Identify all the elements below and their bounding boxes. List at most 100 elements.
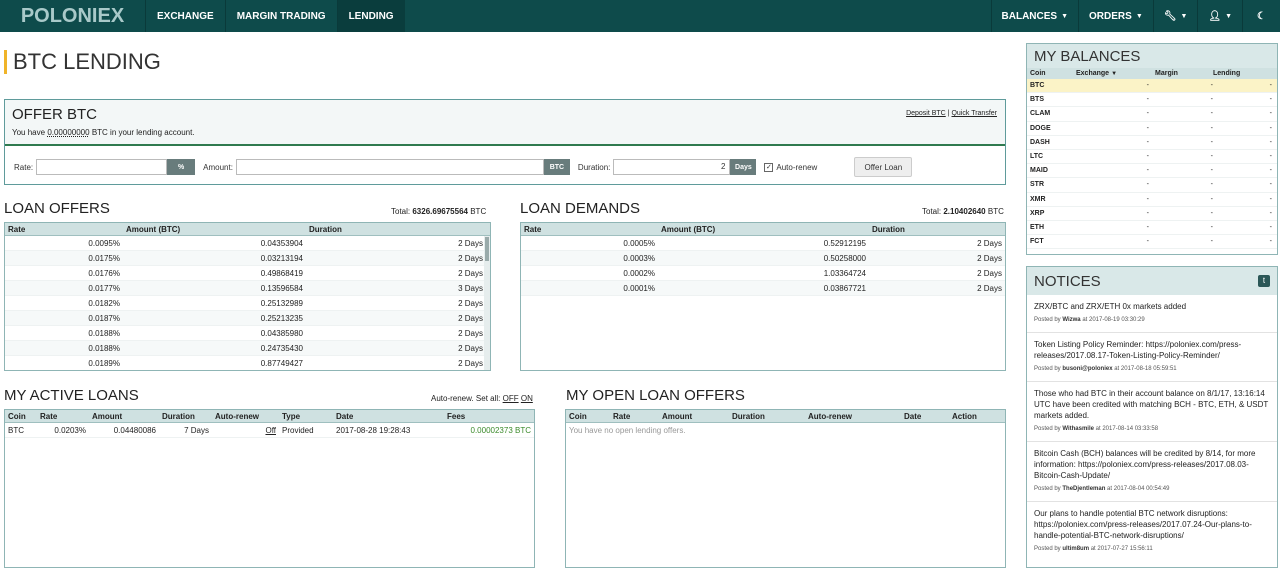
balance-row[interactable]: DASH - - - [1027, 136, 1277, 150]
column-header[interactable]: Coin [5, 412, 37, 421]
column-header[interactable]: Amount [659, 412, 729, 421]
column-header[interactable]: Coin [1027, 70, 1073, 77]
column-header[interactable]: Amount (BTC) [658, 225, 869, 234]
column-header[interactable]: Action [949, 412, 999, 421]
deposit-link[interactable]: Deposit BTC [906, 110, 946, 117]
balance-row[interactable]: BTS - - - [1027, 93, 1277, 108]
nav-tools[interactable]: 🔧︎ ▼ [1152, 0, 1198, 32]
table-row[interactable]: 0.0001% 0.03867721 2 Days [521, 281, 1005, 296]
nav-margin-trading[interactable]: MARGIN TRADING [224, 0, 337, 32]
autorenew-off-link[interactable]: OFF [503, 394, 519, 403]
notice-date: 2017-08-04 00:54:49 [1113, 486, 1170, 492]
amount-cell: 0.24735430 [260, 343, 303, 353]
nav-orders[interactable]: ORDERS ▼ [1078, 0, 1153, 32]
offer-loan-button[interactable]: Offer Loan [854, 157, 913, 177]
notice-meta: Posted by busoni@poloniex at 2017-08-18 … [1034, 364, 1270, 381]
duration-input[interactable]: 2 [613, 159, 731, 175]
table-row[interactable]: 0.0176% 0.49868419 2 Days [5, 266, 490, 281]
balance-row[interactable]: XMR - - - [1027, 193, 1277, 207]
lending-cell: - [1269, 167, 1272, 175]
duration-cell: 2 Days [977, 268, 1002, 278]
column-header-exchange[interactable]: Exchange ▼ [1073, 70, 1153, 77]
rate-cell: 0.0095% [88, 238, 120, 248]
autorenew-toggle[interactable]: Off [212, 426, 279, 435]
table-row[interactable]: 0.0187% 0.25213235 2 Days [5, 311, 490, 326]
nav-night-mode[interactable]: ☾ [1242, 0, 1280, 32]
lending-balance-value[interactable]: 0.00000000 [47, 128, 89, 137]
twitter-icon[interactable]: t [1258, 275, 1270, 287]
poloniex-logo[interactable]: POLONIEX [0, 0, 145, 32]
column-header[interactable]: Type [279, 412, 333, 421]
column-header[interactable]: Rate [610, 412, 659, 421]
balance-row[interactable]: CLAM - - - [1027, 107, 1277, 122]
duration-cell: 3 Days [458, 283, 483, 293]
column-header[interactable]: Duration [306, 225, 486, 234]
table-row[interactable]: 0.0188% 0.24735430 2 Days [5, 341, 490, 356]
amount-cell: 0.50258000 [823, 253, 866, 263]
nav-account[interactable]: 👤︎ ▼ [1197, 0, 1242, 32]
chevron-down-icon: ▼ [1180, 12, 1188, 20]
column-header[interactable]: Date [901, 412, 949, 421]
amount-cell: 0.87749427 [260, 358, 303, 368]
table-row[interactable]: 0.0005% 0.52912195 2 Days [521, 236, 1005, 251]
amount-cell: 1.03364724 [823, 268, 866, 278]
column-header[interactable]: Rate [521, 225, 658, 234]
balance-row[interactable]: XRP - - - [1027, 207, 1277, 221]
nav-lending[interactable]: LENDING [336, 0, 405, 32]
amount-input[interactable] [235, 159, 544, 175]
exchange-cell: - [1146, 195, 1149, 203]
table-row[interactable]: 0.0177% 0.13596584 3 Days [5, 281, 490, 296]
column-header[interactable]: Amount [89, 412, 159, 421]
table-row[interactable]: 0.0188% 0.04385980 2 Days [5, 326, 490, 341]
table-row[interactable]: 0.0002% 1.03364724 2 Days [521, 266, 1005, 281]
column-header[interactable]: Duration [159, 412, 212, 421]
column-header[interactable]: Duration [869, 225, 1005, 234]
coin-cell: DASH [1030, 138, 1050, 146]
column-header[interactable]: Margin [1153, 70, 1213, 77]
balance-row[interactable]: MAID - - - [1027, 164, 1277, 179]
column-header[interactable]: Auto-renew [805, 412, 901, 421]
balance-row[interactable]: LTC - - - [1027, 150, 1277, 165]
table-row[interactable]: 0.0189% 0.87749427 2 Days [5, 356, 490, 370]
wrench-icon: 🔧︎ [1163, 10, 1177, 22]
coin-cell: BTC [8, 425, 24, 435]
column-header[interactable]: Date [333, 412, 444, 421]
total-label: Total: [922, 207, 942, 216]
table-row[interactable]: 0.0175% 0.03213194 2 Days [5, 251, 490, 266]
offer-balance-text: You have 0.00000000 BTC in your lending … [12, 128, 195, 137]
balance-row[interactable]: STR - - - [1027, 178, 1277, 193]
balance-row[interactable]: FCT - - - [1027, 235, 1277, 250]
balance-row[interactable]: BTC - - - [1027, 79, 1277, 94]
notice-author: Withasmile [1062, 426, 1094, 432]
notice-text: Bitcoin Cash (BCH) balances will be cred… [1034, 449, 1256, 480]
table-row[interactable]: 0.0095% 0.04353904 2 Days [5, 236, 490, 251]
rate-input[interactable] [36, 159, 168, 175]
table-row[interactable]: 0.0003% 0.50258000 2 Days [521, 251, 1005, 266]
nav-exchange[interactable]: EXCHANGE [145, 0, 225, 32]
balance-row[interactable]: ETH - - - [1027, 221, 1277, 236]
autorenew-label: Auto-renew [776, 162, 818, 172]
amount-cell: 0.03213194 [260, 253, 303, 263]
notice-date: 2017-08-14 03:33:58 [1102, 426, 1159, 432]
amount-cell: 0.25213235 [260, 313, 303, 323]
autorenew-on-link[interactable]: ON [521, 394, 533, 403]
column-header[interactable]: Fees [444, 412, 534, 421]
column-header[interactable]: Rate [37, 412, 89, 421]
column-header[interactable]: Amount (BTC) [123, 225, 306, 234]
scrollbar-thumb[interactable] [485, 237, 489, 261]
nav-balances[interactable]: BALANCES ▼ [990, 0, 1079, 32]
table-row[interactable]: BTC 0.0203% 0.04480086 7 Days Off Provid… [5, 423, 534, 438]
column-header[interactable]: Rate [5, 225, 123, 234]
table-row[interactable]: 0.0182% 0.25132989 2 Days [5, 296, 490, 311]
column-header[interactable]: Coin [566, 412, 610, 421]
quick-transfer-link[interactable]: Quick Transfer [951, 110, 997, 117]
column-header[interactable]: Auto-renew [212, 412, 279, 421]
scrollbar[interactable] [484, 236, 490, 370]
balance-row[interactable]: DOGE - - - [1027, 122, 1277, 136]
amount-cell: 0.04385980 [260, 328, 303, 338]
column-header[interactable]: Lending [1213, 70, 1275, 77]
rate-cell: 0.0182% [88, 298, 120, 308]
autorenew-checkbox[interactable]: ✓ [764, 162, 774, 172]
column-header[interactable]: Duration [729, 412, 805, 421]
